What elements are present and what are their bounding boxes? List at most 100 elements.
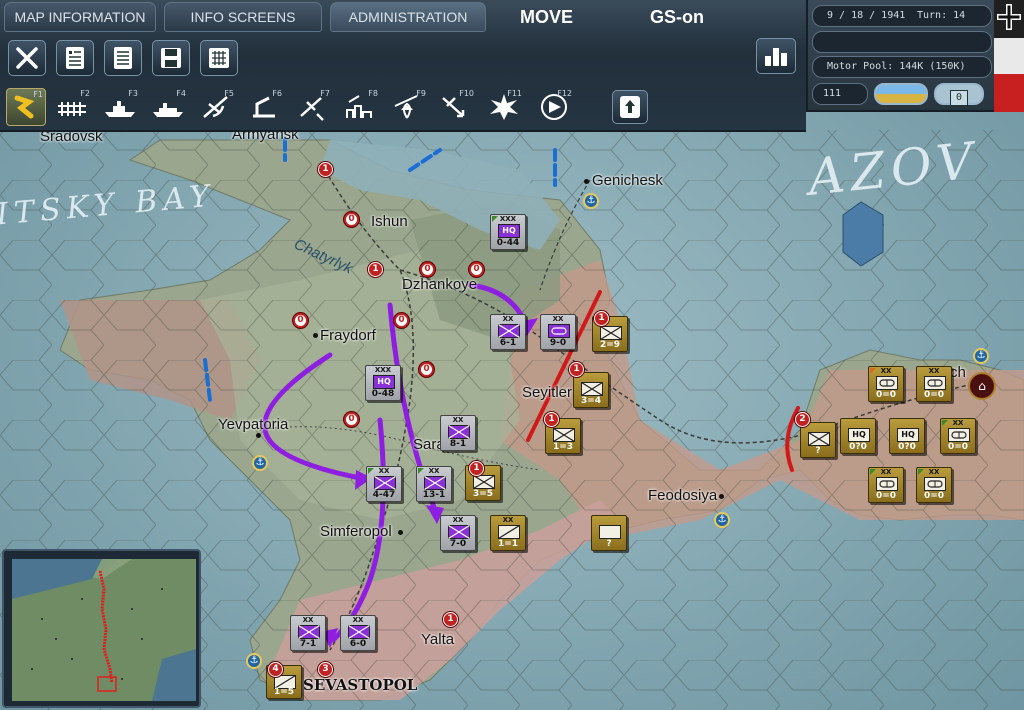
- weather-indicator[interactable]: [874, 83, 928, 105]
- city-marker[interactable]: 0: [420, 262, 435, 277]
- place-kerch: ch: [950, 364, 966, 381]
- soviet-unit-motorized[interactable]: XX 0=0: [940, 418, 976, 454]
- toggle-button[interactable]: 0: [934, 83, 984, 106]
- infantry-symbol-icon: [808, 432, 830, 446]
- unit-strength: 1=3: [552, 442, 574, 452]
- city-marker[interactable]: 1: [368, 262, 383, 277]
- unit-badge: 2: [795, 412, 810, 427]
- motor-pool-field: Motor Pool: 144K (150K): [812, 56, 992, 78]
- axis-unit-infantry[interactable]: XX 7-1: [290, 615, 326, 651]
- unit-badge: 1: [594, 311, 609, 326]
- unit-badge: 4: [268, 662, 283, 677]
- axis-unit-infantry[interactable]: XX 7-0: [440, 515, 476, 551]
- soviet-unit-motorized[interactable]: XX 0=0: [868, 366, 904, 402]
- place-sevastopol: SEVASTOPOL: [303, 676, 418, 694]
- axis-unit-infantry[interactable]: XX 8-1: [440, 415, 476, 451]
- top-menu-bar: MAP INFORMATION INFO SCREENS ADMINISTRAT…: [0, 0, 806, 132]
- axis-unit-armor[interactable]: XX 9-0: [540, 314, 576, 350]
- tab-info-screens[interactable]: INFO SCREENS: [164, 2, 322, 32]
- motorized-symbol-icon: [876, 477, 898, 491]
- toggle-value: 0: [949, 90, 969, 106]
- unit-strength: 7-0: [449, 539, 467, 549]
- unit-strength: 9-0: [549, 338, 567, 348]
- soviet-unit-hq[interactable]: HQ 0?0: [889, 418, 925, 454]
- soviet-unit-motorized[interactable]: XX 0=0: [916, 467, 952, 503]
- action-toolbar: [0, 38, 806, 82]
- city-dot-fraydorf: [313, 333, 318, 338]
- axis-unit-infantry[interactable]: XX 6-1: [490, 314, 526, 350]
- port-icon: ⚓: [246, 653, 262, 669]
- nation-flag: [994, 0, 1024, 112]
- f10-air-transfer-button[interactable]: F10: [436, 88, 476, 126]
- f6-air-base-button[interactable]: F6: [244, 88, 284, 126]
- soviet-unit-cavalry[interactable]: XX 1=1: [490, 515, 526, 551]
- fkey-label: F6: [272, 89, 282, 98]
- place-feodosiya: Feodosiya: [648, 487, 718, 504]
- soviet-unit-unknown[interactable]: ?: [591, 515, 627, 551]
- infantry-symbol-icon: [424, 476, 446, 490]
- unit-echelon: XXX: [374, 366, 392, 374]
- f2-rail-button[interactable]: F2: [52, 88, 92, 126]
- tab-administration[interactable]: ADMINISTRATION: [330, 2, 486, 32]
- f3-naval-button[interactable]: F3: [100, 88, 140, 126]
- unit-strength: 0-48: [371, 389, 395, 399]
- save-button[interactable]: [152, 40, 190, 76]
- soviet-unit-motorized[interactable]: XX 0=0: [868, 467, 904, 503]
- f8-bomb-city-button[interactable]: F8: [340, 88, 380, 126]
- f4-transport-button[interactable]: F4: [148, 88, 188, 126]
- axis-unit-infantry[interactable]: XX 6-0: [340, 615, 376, 651]
- city-marker[interactable]: 3: [318, 662, 333, 677]
- unit-badge: 1: [569, 362, 584, 377]
- stats-button[interactable]: [756, 38, 796, 74]
- axis-unit-hq[interactable]: XXX HQ 0-48: [365, 365, 401, 401]
- city-marker[interactable]: 0: [469, 262, 484, 277]
- city-marker[interactable]: 1: [318, 162, 333, 177]
- f7-air-strike-button[interactable]: F7: [292, 88, 332, 126]
- city-marker[interactable]: 0: [344, 212, 359, 227]
- tab-map-information[interactable]: MAP INFORMATION: [4, 2, 156, 32]
- unit-report-button[interactable]: [56, 40, 94, 76]
- list-button[interactable]: [104, 40, 142, 76]
- axis-unit-hq[interactable]: XXX HQ 0-44: [490, 214, 526, 250]
- soviet-unit-motorized[interactable]: XX 0=0: [916, 366, 952, 402]
- fkey-label: F2: [80, 89, 90, 98]
- axis-unit-infantry[interactable]: XX 13-1: [416, 466, 452, 502]
- date-label: 9 / 18 / 1941: [827, 10, 906, 21]
- axis-unit-infantry[interactable]: XX 4-47: [366, 466, 402, 502]
- azov-highlight-hex[interactable]: [842, 201, 884, 267]
- minimap[interactable]: [2, 549, 201, 708]
- unit-strength: 2=9: [599, 340, 621, 350]
- minimap-view[interactable]: [12, 559, 196, 701]
- infantry-symbol-icon: [348, 625, 370, 639]
- unit-strength: 0=0: [923, 491, 945, 501]
- cavalry-symbol-icon: [498, 525, 520, 539]
- hq-symbol-icon: HQ: [498, 224, 520, 238]
- city-marker[interactable]: 0: [293, 313, 308, 328]
- hq-symbol-icon: HQ: [897, 428, 919, 442]
- soviet-unit-infantry[interactable]: 3=4: [573, 372, 609, 408]
- city-marker[interactable]: 0: [419, 362, 434, 377]
- factory-icon[interactable]: ⌂: [968, 372, 996, 400]
- f1-move-button[interactable]: F1: [6, 88, 46, 126]
- unit-echelon: XX: [352, 616, 364, 624]
- upload-button[interactable]: [612, 90, 648, 124]
- unit-echelon: XX: [928, 367, 940, 375]
- soviet-unit-infantry[interactable]: ?: [800, 422, 836, 458]
- soviet-unit-hq[interactable]: HQ 0?0: [840, 418, 876, 454]
- f5-air-recon-button[interactable]: F5: [196, 88, 236, 126]
- message-field: [812, 31, 992, 53]
- city-marker[interactable]: 1: [443, 612, 458, 627]
- infantry-symbol-icon: [553, 428, 575, 442]
- unknown-unit-icon: [599, 525, 621, 539]
- close-button[interactable]: [8, 40, 46, 76]
- f11-combat-button[interactable]: F11: [484, 88, 524, 126]
- city-marker[interactable]: 0: [394, 313, 409, 328]
- unit-strength: 0=0: [875, 390, 897, 400]
- fkey-label: F11: [507, 89, 522, 98]
- f12-end-turn-button[interactable]: F12: [534, 88, 574, 126]
- grid-button[interactable]: [200, 40, 238, 76]
- unit-echelon: XX: [502, 516, 514, 524]
- city-marker[interactable]: 0: [344, 412, 359, 427]
- unit-strength: 13-1: [422, 490, 446, 500]
- f9-paradrop-button[interactable]: F9: [388, 88, 428, 126]
